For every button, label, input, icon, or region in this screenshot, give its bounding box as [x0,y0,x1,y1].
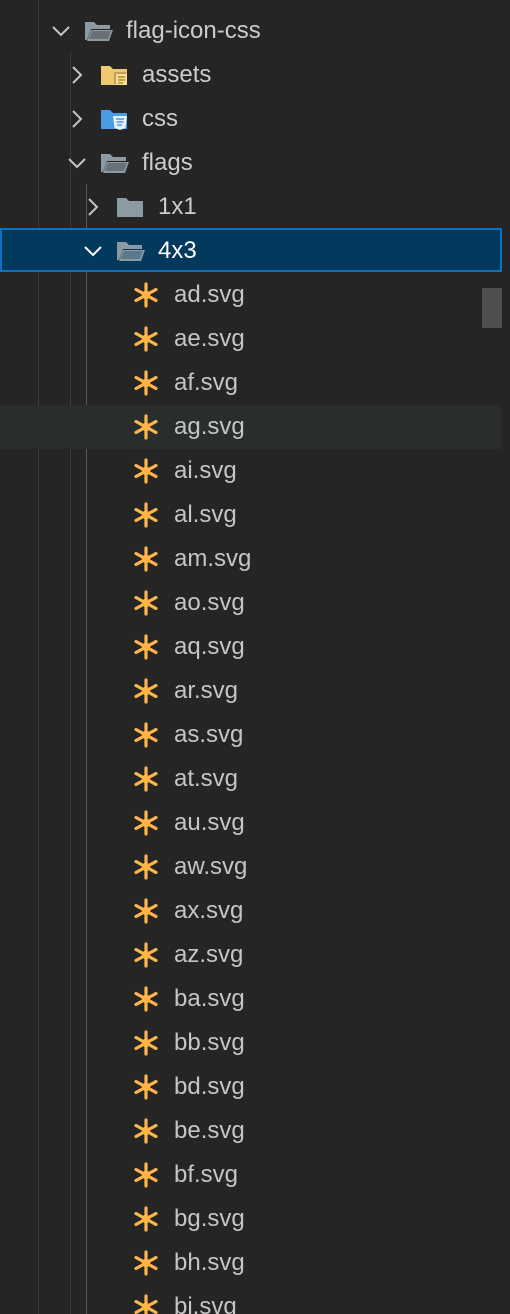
css-folder-icon [100,107,130,131]
chevron-right-icon [66,108,88,130]
folder-open-icon [116,239,146,263]
chevron-right-icon [82,196,104,218]
tree-item-label: 4x3 [158,237,197,264]
file-item-label: ar.svg [174,677,239,704]
svg-file-icon [132,589,160,617]
file-item-label: au.svg [174,809,245,836]
file-item-label: bb.svg [174,1029,245,1056]
svg-file-icon [132,413,160,441]
tree-item-assets[interactable]: assets [0,53,502,97]
svg-file-icon [132,1205,160,1233]
svg-file-icon [132,1029,160,1057]
file-item[interactable]: at.svg [0,757,502,801]
file-item[interactable]: ar.svg [0,669,502,713]
svg-file-icon [132,545,160,573]
chevron-down-icon [66,152,88,174]
svg-file-icon [132,809,160,837]
tree-item-4x3[interactable]: 4x3 [0,228,502,272]
svg-file-icon [132,1293,160,1314]
file-item-label: az.svg [174,941,244,968]
file-item[interactable]: ao.svg [0,581,502,625]
file-item[interactable]: bf.svg [0,1153,502,1197]
file-item-label: al.svg [174,501,237,528]
file-item-label: ag.svg [174,413,245,440]
svg-file-icon [132,1073,160,1101]
tree-item-label: css [142,105,178,132]
file-item[interactable]: bh.svg [0,1241,502,1285]
file-item-label: ao.svg [174,589,245,616]
file-item[interactable]: ba.svg [0,977,502,1021]
tree-item-flag-icon-css[interactable]: flag-icon-css [0,9,502,53]
svg-file-icon [132,633,160,661]
svg-file-icon [132,765,160,793]
svg-file-icon [132,853,160,881]
assets-folder-icon [100,63,130,87]
file-item-label: ax.svg [174,897,244,924]
file-item-label: aq.svg [174,633,245,660]
svg-file-icon [132,1117,160,1145]
svg-file-icon [132,1161,160,1189]
svg-file-icon [132,897,160,925]
file-item-label: ae.svg [174,325,245,352]
file-item[interactable]: au.svg [0,801,502,845]
file-item-label: aw.svg [174,853,248,880]
file-item[interactable]: as.svg [0,713,502,757]
tree-item-1x1[interactable]: 1x1 [0,185,502,229]
tree-item-css[interactable]: css [0,97,502,141]
file-item-label: bd.svg [174,1073,245,1100]
file-item[interactable]: aw.svg [0,845,502,889]
svg-file-icon [132,369,160,397]
file-item[interactable]: bb.svg [0,1021,502,1065]
tree-item-flags[interactable]: flags [0,141,502,185]
svg-file-icon [132,677,160,705]
file-item[interactable]: ad.svg [0,273,502,317]
chevron-down-icon [50,20,72,42]
file-item[interactable]: ax.svg [0,889,502,933]
file-item[interactable]: bi.svg [0,1285,502,1314]
file-item-label: bh.svg [174,1249,245,1276]
file-item[interactable]: al.svg [0,493,502,537]
file-item[interactable]: aq.svg [0,625,502,669]
tree-item-label: flag-icon-css [126,17,261,44]
file-item[interactable]: af.svg [0,361,502,405]
chevron-right-icon [66,64,88,86]
file-item-label: af.svg [174,369,239,396]
file-item-label: ba.svg [174,985,245,1012]
file-explorer: flag-icon-css assets css flags 1x1 4x3 a… [0,0,510,1314]
svg-file-icon [132,721,160,749]
svg-file-icon [132,457,160,485]
scrollbar-track[interactable] [482,0,502,1314]
file-item[interactable]: be.svg [0,1109,502,1153]
svg-file-icon [132,1249,160,1277]
svg-file-icon [132,281,160,309]
file-item[interactable]: az.svg [0,933,502,977]
svg-file-icon [132,501,160,529]
chevron-down-icon [82,240,104,262]
svg-file-icon [132,985,160,1013]
file-item-label: as.svg [174,721,244,748]
svg-file-icon [132,941,160,969]
file-item-label: bg.svg [174,1205,245,1232]
folder-open-icon [84,19,114,43]
scrollbar-thumb[interactable] [482,288,502,328]
file-item-label: be.svg [174,1117,245,1144]
file-item-label: am.svg [174,545,252,572]
svg-file-icon [132,325,160,353]
file-item[interactable]: ag.svg [0,405,502,449]
file-item-label: ai.svg [174,457,237,484]
file-item-label: bi.svg [174,1293,237,1314]
folder-open-icon [100,151,130,175]
file-item[interactable]: bd.svg [0,1065,502,1109]
file-item[interactable]: bg.svg [0,1197,502,1241]
file-item[interactable]: am.svg [0,537,502,581]
tree-item-label: 1x1 [158,193,197,220]
file-item[interactable]: ai.svg [0,449,502,493]
tree-item-label: assets [142,61,212,88]
tree-item-label: flags [142,149,193,176]
file-item-label: bf.svg [174,1161,239,1188]
file-item-label: ad.svg [174,281,245,308]
file-item-label: at.svg [174,765,239,792]
file-item[interactable]: ae.svg [0,317,502,361]
folder-icon [116,195,146,219]
